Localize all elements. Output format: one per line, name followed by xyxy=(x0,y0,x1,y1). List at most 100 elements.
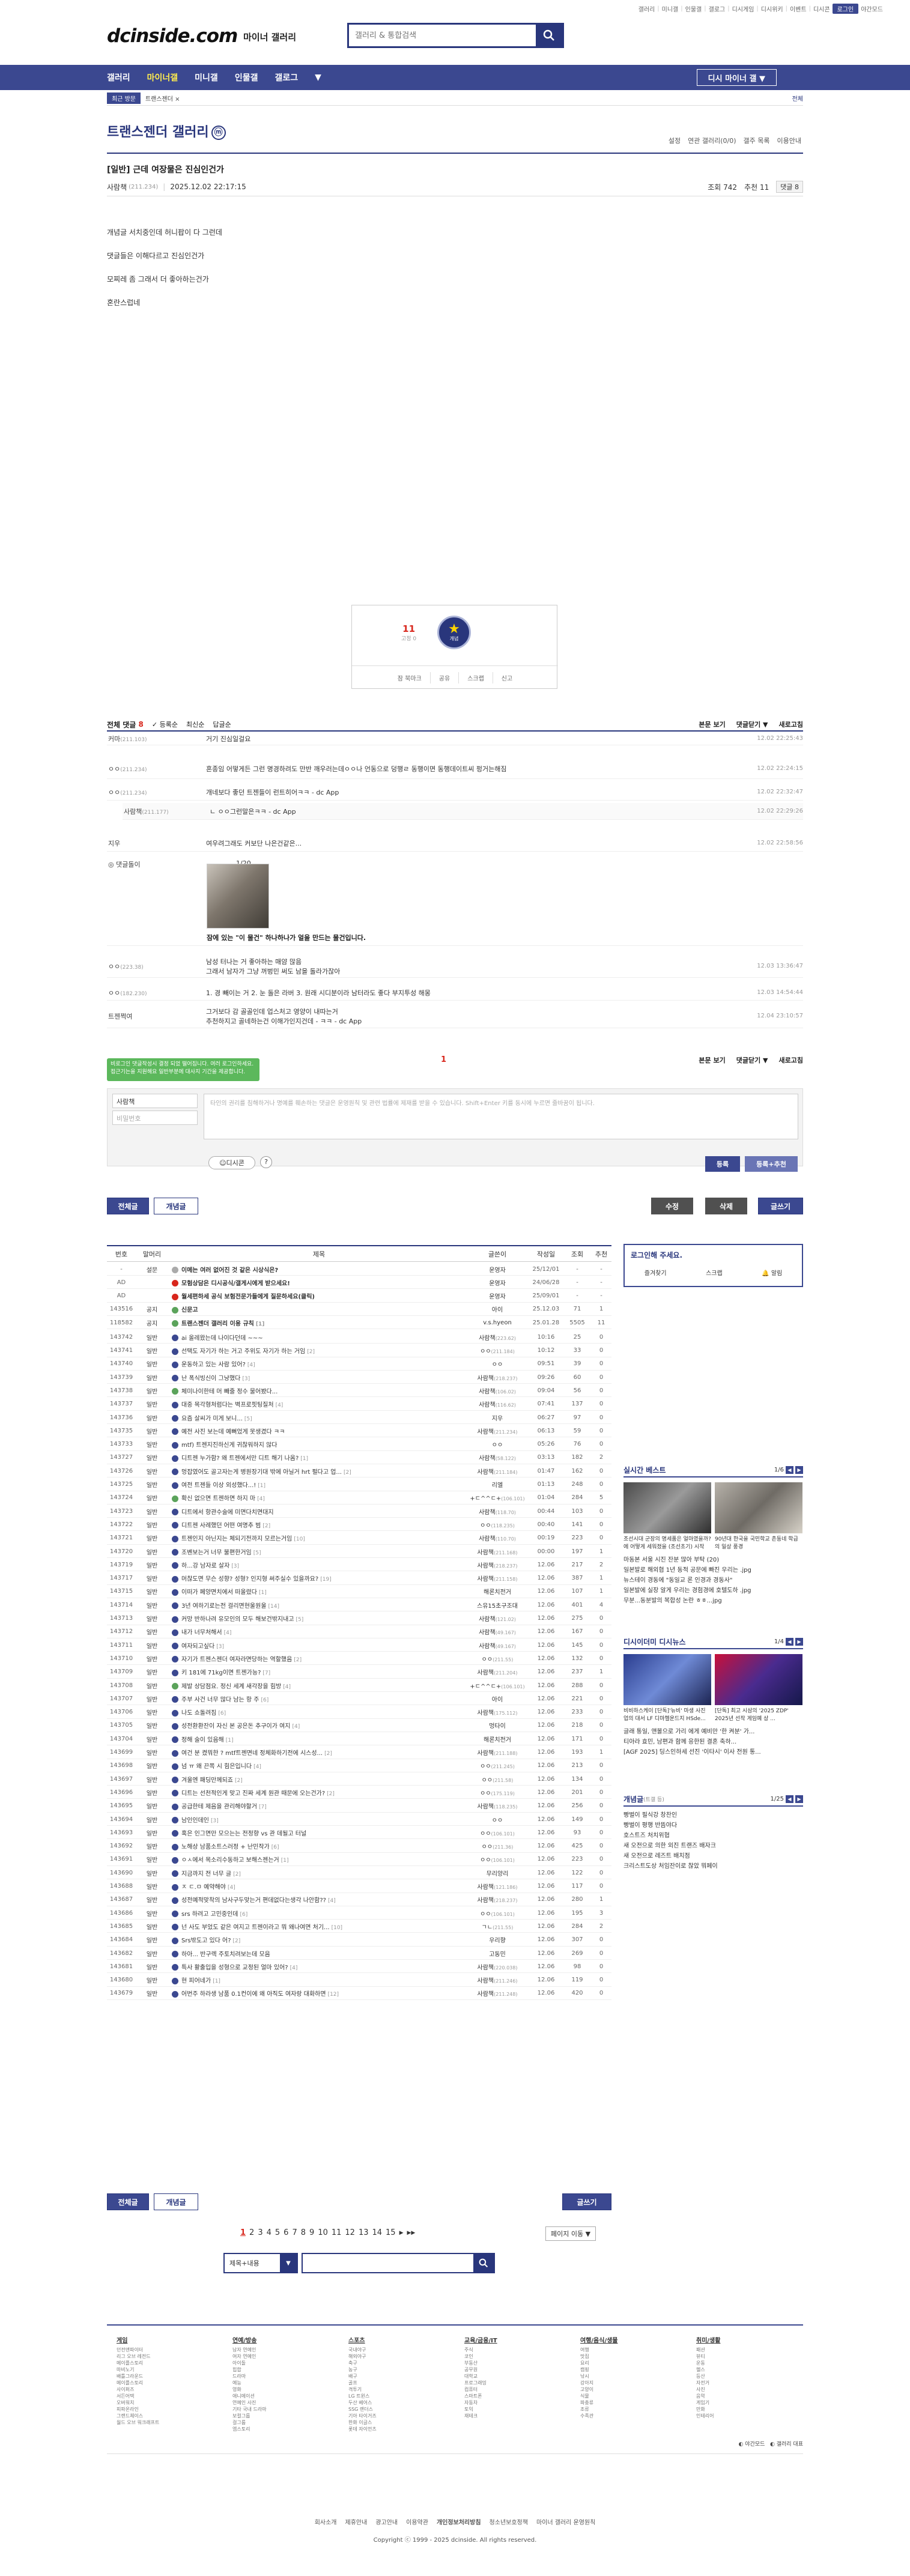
footer-link[interactable]: 격투기 xyxy=(348,2386,450,2393)
help-icon[interactable]: ? xyxy=(260,1156,272,1168)
table-row[interactable]: 143712 일반 내가 너무처해서 [4] 사람책(49.167) 12.06 167 0 xyxy=(107,1626,611,1638)
row-writer[interactable]: 리엘 xyxy=(466,1480,529,1489)
view-body-button[interactable]: 본문 보기 xyxy=(699,720,725,729)
row-title[interactable]: 체미나이한테 머 빼줄 정수 물어봤다... xyxy=(168,1386,466,1395)
concept-star-button[interactable]: ★ 개념 xyxy=(437,616,471,649)
page-link[interactable]: 13 xyxy=(359,2228,369,2237)
row-writer[interactable]: ㅇㅇ(118.235) xyxy=(466,1520,529,1529)
login-button[interactable]: 로그인 xyxy=(832,4,859,14)
footer-link[interactable]: 예능 xyxy=(232,2380,335,2386)
row-title[interactable]: 지금까지 전 너무 글 [2] xyxy=(168,1868,466,1877)
nav-gallery[interactable]: 갤러리 xyxy=(107,71,130,83)
row-writer[interactable]: 사람책(121.186) xyxy=(466,1882,529,1891)
row-comment-count[interactable]: [4] xyxy=(328,1898,336,1904)
row-comment-count[interactable]: [3] xyxy=(231,1563,239,1569)
scrap-button[interactable]: 스크랩 xyxy=(458,671,493,683)
news-thumb[interactable] xyxy=(715,1654,802,1705)
view-body-button[interactable]: 본문 보기 xyxy=(699,1055,725,1065)
next-icon[interactable]: ▶ xyxy=(795,1637,803,1646)
table-row[interactable]: 143727 일반 디트젠 누가함? 왜 트젠에서만 디트 해기 나옴? [1] 사람책… xyxy=(107,1452,611,1464)
footer-link[interactable]: 그랜드체이스 xyxy=(117,2413,219,2419)
page-link[interactable]: 10 xyxy=(318,2228,328,2237)
table-row[interactable]: 143698 일반 넘 ㅠ 왜 끈쪽 시 힘은입니다 [4] ㅇㅇ(211.245) 12… xyxy=(107,1760,611,1772)
row-comment-count[interactable]: [19] xyxy=(320,1577,331,1583)
page-move-dropdown[interactable]: 페이지 이동 ▼ xyxy=(545,2226,596,2241)
footer-link[interactable]: 식물 xyxy=(580,2393,682,2399)
row-comment-count[interactable]: [2] xyxy=(307,1349,315,1355)
post-comment-count[interactable]: 댓글 8 xyxy=(776,181,803,193)
footer-link[interactable]: 골프 xyxy=(348,2380,450,2386)
row-writer[interactable]: 멍타이 xyxy=(466,1721,529,1730)
row-title[interactable]: 여전 트젠들 이상 외성했다...! [1] xyxy=(168,1480,466,1489)
row-comment-count[interactable]: [3] xyxy=(242,1376,250,1382)
row-comment-count[interactable]: [2] xyxy=(344,1470,351,1476)
close-comments-button[interactable]: 댓글닫기 ▼ xyxy=(736,1055,768,1065)
row-comment-count[interactable]: [2] xyxy=(233,1871,241,1877)
table-row[interactable]: 143687 일반 성전예적맞착의 남사구두맞는거 편데없다는생각 나안함?? [4]… xyxy=(107,1894,611,1906)
table-row[interactable]: 143724 일반 확신 없으면 트젠하면 하지 마 [4] +ㄷ^^ㄷ+(106.10… xyxy=(107,1492,611,1505)
footer-link[interactable]: 기타 국내 드라마 xyxy=(232,2406,335,2413)
row-comment-count[interactable]: [1] xyxy=(213,1978,220,1984)
row-title[interactable]: 멍잡였어도 골고자는게 병원장기대 밖에 아닐거 hrt 펄다고 업... [2] xyxy=(168,1467,466,1476)
footer-link[interactable]: 오버워치 xyxy=(117,2399,219,2406)
row-title[interactable]: 겨울엔 패딩만께되죠 [2] xyxy=(168,1775,466,1784)
footer-link[interactable]: 게임기 xyxy=(696,2399,798,2406)
row-comment-count[interactable]: [2] xyxy=(294,1657,302,1663)
write-button-bottom[interactable]: 글쓰기 xyxy=(562,2193,611,2210)
row-title[interactable]: 특사 활출입을 성형으로 교정된 얼마 있어? [4] xyxy=(168,1962,466,1971)
realtime-caption[interactable]: 90년대 한국을 국민학교 촌동네 학급의 일상 풍경 xyxy=(715,1536,802,1551)
row-writer[interactable]: 사람책(223.62) xyxy=(466,1333,529,1342)
footer-column-head[interactable]: 스포츠 xyxy=(348,2338,450,2344)
row-comment-count[interactable]: [2] xyxy=(327,1791,335,1797)
footer-link[interactable]: 배구 xyxy=(348,2373,450,2380)
row-comment-count[interactable]: [4] xyxy=(224,1630,232,1636)
footer-link[interactable]: 맛집 xyxy=(580,2353,682,2360)
last-page-icon[interactable]: ▶▶ xyxy=(407,2230,416,2236)
footer-link[interactable]: 캠핑 xyxy=(580,2366,682,2373)
footer-link[interactable]: 피파온라인 xyxy=(117,2406,219,2413)
row-title[interactable]: 확신 없으면 트젠하면 하지 마 [4] xyxy=(168,1493,466,1502)
page-link[interactable]: 3 xyxy=(258,2228,262,2237)
concept-item[interactable]: 빵벌이 평행 반뜸야다 xyxy=(623,1820,803,1831)
row-writer[interactable]: 사람책(211.168) xyxy=(466,1547,529,1556)
row-writer[interactable]: 운영자 xyxy=(466,1291,529,1300)
footer-link[interactable]: 대학교 xyxy=(464,2373,566,2380)
row-title[interactable]: 제발 상담점요. 정신 세계 새각장을 힘방 [4] xyxy=(168,1681,466,1690)
table-row[interactable]: 143686 일반 srs 하려고 고민중인데 [6] ㅇㅇ(106.101) 12.06… xyxy=(107,1907,611,1920)
table-row[interactable]: 143721 일반 트젠인지 아닌지는 체되기전까지 모르는거임 [10] 사람책(11… xyxy=(107,1532,611,1545)
footer-link[interactable]: 공무원 xyxy=(464,2366,566,2373)
page-link[interactable]: 5 xyxy=(275,2228,280,2237)
table-row[interactable]: AD 모험상담은 디시공식/갤게시에게 받으세요! 운영자 24/06/28 - - xyxy=(107,1276,611,1290)
row-comment-count[interactable]: [7] xyxy=(262,1670,270,1676)
footer-link[interactable]: 사이퍼즈 xyxy=(117,2386,219,2393)
nav-more-icon[interactable]: ▼ xyxy=(315,73,321,82)
row-writer[interactable]: ㅇㅇ(106.101) xyxy=(466,1828,529,1837)
table-row[interactable]: 143688 일반 ㅈ ㄷ.ㅁ 예약해야 [4] 사람책(121.186) 12.06 11… xyxy=(107,1880,611,1893)
news-item[interactable]: 글래 통일, 앤볼으로 가리 에게 예비만 '한 켜분' 가... xyxy=(623,1727,803,1737)
row-title[interactable]: 넌 사도 부었도 같은 여지고 트젠이라고 뭐 왜나여면 처기... [10] xyxy=(168,1922,466,1931)
table-row[interactable]: 143708 일반 제발 상담점요. 정신 세계 새각장을 힘방 [4] +ㄷ^^ㄷ+(… xyxy=(107,1679,611,1692)
table-row[interactable]: 143710 일반 자기가 트젠스젠더 여자라면당하는 역할했음 [2] ㅇㅇ(211.… xyxy=(107,1652,611,1665)
register-recommend-button[interactable]: 등록+추천 xyxy=(745,1156,798,1172)
related-galleries[interactable]: 연관 갤러리(0/0) xyxy=(688,136,736,145)
post-author[interactable]: 사람책 xyxy=(107,182,127,192)
top-link-gallery[interactable]: 갤러리 xyxy=(639,4,655,13)
footer-link[interactable]: 요리 xyxy=(580,2360,682,2366)
table-row[interactable]: 143685 일반 넌 사도 부었도 같은 여지고 트젠이라고 뭐 왜나여면 처기.… xyxy=(107,1920,611,1933)
concept-item[interactable]: 호스트즈 처치위협 xyxy=(623,1831,803,1841)
row-comment-count[interactable]: [10] xyxy=(294,1536,305,1542)
table-row[interactable]: 143711 일반 여자되고싶다 [3] 사람책(49.167) 12.06 145 0 xyxy=(107,1639,611,1652)
sort-reply[interactable]: 답글순 xyxy=(213,720,231,729)
row-title[interactable]: 모험상담은 디시공식/갤게시에게 받으세요! xyxy=(168,1278,466,1287)
row-comment-count[interactable]: [4] xyxy=(293,1724,300,1730)
table-row[interactable]: 143722 일반 디트젠 사례했던 어떤 여명추 범 [2] ㅇㅇ(118.235) 0… xyxy=(107,1518,611,1532)
footer-link[interactable]: 마비노기 xyxy=(117,2366,219,2373)
footer-bottom-link[interactable]: 광고안내 xyxy=(375,2517,398,2526)
footer-link[interactable]: 힙합 xyxy=(232,2366,335,2373)
row-writer[interactable]: ㅇㅇ(211.245) xyxy=(466,1761,529,1770)
row-title[interactable]: 어번주 하라생 남품 0.1컨이에 왜 아직도 여자랑 대화하면 [12] xyxy=(168,1989,466,1998)
row-comment-count[interactable]: [3] xyxy=(211,1818,219,1824)
row-comment-count[interactable]: [1] xyxy=(226,1738,234,1744)
favorites-link[interactable]: 즐겨찾기 xyxy=(645,1268,667,1277)
row-writer[interactable]: 사람책(175.112) xyxy=(466,1708,529,1717)
